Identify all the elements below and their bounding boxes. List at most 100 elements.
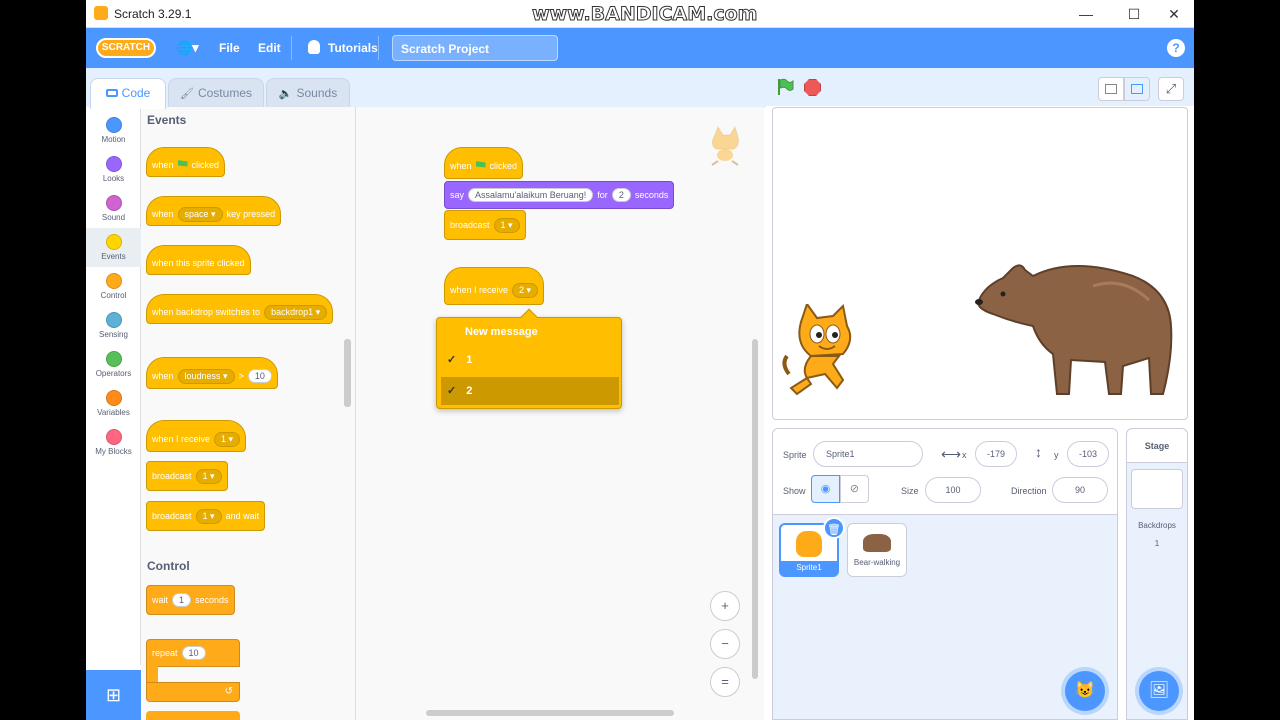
editor-tabs: Code 🖌 Costumes 🔈 Sounds [86, 68, 766, 109]
category-operators[interactable]: Operators [86, 345, 141, 384]
small-stage-button[interactable] [1098, 77, 1124, 101]
category-control[interactable]: Control [86, 267, 141, 306]
sprite-cat-icon[interactable] [781, 301, 869, 398]
category-dot [105, 195, 122, 211]
say-text-input[interactable]: Assalamu'alaikum Beruang! [468, 188, 594, 202]
add-extension-button[interactable]: ⊞ [86, 670, 141, 720]
file-menu[interactable]: File [219, 28, 240, 68]
help-icon[interactable]: ? [1167, 39, 1185, 57]
dropdown-item-2[interactable]: ✓ 2 [441, 377, 619, 405]
sprite-name-input[interactable]: Sprite1 [813, 441, 923, 467]
sprite-thumb-name: Sprite1 [781, 561, 837, 575]
green-flag-icon [177, 160, 188, 167]
sprite-info-panel: Sprite Sprite1 ⟷ x -179 ↕ y -103 Show ◉ … [772, 428, 1118, 720]
category-menu: Motion Looks Sound Events Control Sensin… [86, 107, 141, 665]
tutorials-menu[interactable]: Tutorials [328, 28, 378, 68]
loudness-value[interactable]: 10 [247, 369, 272, 383]
edit-menu[interactable]: Edit [258, 28, 281, 68]
category-dot [105, 156, 122, 172]
category-sound[interactable]: Sound [86, 189, 141, 228]
block-when-backdrop-switches[interactable]: when backdrop switches to backdrop1 ▾ [146, 294, 334, 324]
y-position-input[interactable]: -103 [1067, 441, 1109, 467]
palette-scrollbar[interactable] [344, 339, 351, 407]
category-events[interactable]: Events [86, 228, 141, 267]
speaker-icon: 🔈 [278, 88, 293, 100]
category-looks[interactable]: Looks [86, 150, 141, 189]
message-dropdown[interactable]: 1 ▾ [195, 468, 222, 484]
script-say-block[interactable]: say Assalamu'alaikum Beruang! for 2 seco… [444, 181, 675, 209]
x-position-input[interactable]: -179 [975, 441, 1017, 467]
scratch-logo[interactable]: SCRATCH [96, 38, 156, 58]
zoom-out-button[interactable]: − [710, 629, 740, 659]
sprite-bear-icon[interactable] [973, 256, 1175, 398]
block-broadcast-and-wait[interactable]: broadcast 1 ▾ and wait [146, 501, 266, 531]
script-when-i-receive[interactable]: when I receive 2 ▾ [444, 267, 545, 305]
script-when-flag-clicked[interactable]: when clicked [444, 147, 524, 179]
choose-backdrop-button[interactable]: 🖼 [1139, 671, 1179, 711]
key-dropdown[interactable]: space ▾ [177, 206, 223, 222]
block-when-flag-clicked[interactable]: when clicked [146, 147, 226, 177]
backdrops-count: 1 [1154, 539, 1160, 548]
script-area[interactable]: when clicked say Assalamu'alaikum Beruang… [356, 107, 764, 720]
block-when-i-receive[interactable]: when I receive 1 ▾ [146, 420, 247, 452]
dropdown-item-1[interactable]: ✓ 1 [441, 346, 619, 374]
stage-canvas[interactable] [772, 107, 1188, 420]
fullscreen-icon[interactable]: ⤢ [1158, 77, 1184, 101]
category-my-blocks[interactable]: My Blocks [86, 423, 141, 462]
tab-costumes[interactable]: 🖌 Costumes [168, 78, 264, 108]
show-label: Show [783, 486, 806, 496]
repeat-block-arm [146, 666, 158, 682]
script-broadcast-block[interactable]: broadcast 1 ▾ [444, 210, 526, 240]
bear-thumb-icon [863, 534, 891, 552]
small-stage-icon [1105, 84, 1117, 94]
receive-dropdown[interactable]: 2 ▾ [512, 282, 539, 298]
block-wait[interactable]: wait 1 seconds [146, 585, 235, 615]
bandicam-watermark: www.BANDICAM.com [531, 3, 758, 26]
say-seconds-input[interactable]: 2 [611, 188, 631, 202]
delete-sprite-trash-icon[interactable]: 🗑 [823, 517, 845, 539]
close-button[interactable]: ✕ [1162, 4, 1186, 24]
stage-selector-panel: Stage Backdrops 1 🖼 [1126, 428, 1188, 720]
category-variables[interactable]: Variables [86, 384, 141, 423]
block-when-loudness[interactable]: when loudness ▾ >10 [146, 357, 278, 389]
zoom-in-button[interactable]: + [710, 591, 740, 621]
dropdown-item-new-message[interactable]: New message [441, 318, 619, 346]
tab-sounds[interactable]: 🔈 Sounds [266, 78, 350, 108]
minimize-button[interactable]: — [1074, 4, 1098, 24]
category-motion[interactable]: Motion [86, 111, 141, 150]
script-horizontal-scrollbar[interactable] [426, 710, 674, 716]
message-dropdown[interactable]: 1 ▾ [214, 431, 241, 447]
choose-sprite-button[interactable]: 😺 [1065, 671, 1105, 711]
scratch-window: Scratch 3.29.1 www.BANDICAM.com — ☐ ✕ SC… [86, 0, 1194, 720]
size-input[interactable]: 100 [925, 477, 981, 503]
backdrop-dropdown[interactable]: backdrop1 ▾ [264, 304, 328, 320]
zoom-reset-button[interactable]: = [710, 667, 740, 697]
block-forever-partial[interactable] [146, 711, 240, 720]
sprite-info-fields: Sprite Sprite1 ⟷ x -179 ↕ y -103 Show ◉ … [773, 429, 1117, 515]
script-vertical-scrollbar[interactable] [752, 339, 758, 679]
block-repeat[interactable]: repeat 10 [146, 639, 240, 667]
direction-input[interactable]: 90 [1052, 477, 1108, 503]
category-sensing[interactable]: Sensing [86, 306, 141, 345]
tab-code[interactable]: Code [90, 78, 166, 109]
maximize-button[interactable]: ☐ [1122, 4, 1146, 24]
show-eye-icon[interactable]: ◉ [811, 475, 840, 503]
message-dropdown[interactable]: 1 ▾ [195, 508, 222, 524]
block-when-key-pressed[interactable]: when space ▾ key pressed [146, 196, 282, 226]
broadcast-dropdown[interactable]: 1 ▾ [493, 217, 520, 233]
block-when-sprite-clicked[interactable]: when this sprite clicked [146, 245, 251, 275]
stop-icon[interactable] [804, 79, 821, 96]
brush-icon: 🖌 [180, 88, 194, 100]
wait-value[interactable]: 1 [172, 593, 192, 607]
green-flag-icon[interactable] [776, 78, 794, 96]
stage-thumbnail[interactable] [1131, 469, 1183, 509]
language-globe-icon[interactable]: 🌐▾ [176, 28, 199, 68]
normal-stage-button[interactable] [1124, 77, 1150, 101]
project-title-input[interactable]: Scratch Project [392, 35, 558, 61]
block-broadcast[interactable]: broadcast 1 ▾ [146, 461, 228, 491]
sprite-thumb-bear-walking[interactable]: Bear-walking [847, 523, 907, 577]
sprite-thumb-name: Bear-walking [853, 558, 901, 567]
loudness-dropdown[interactable]: loudness ▾ [177, 368, 235, 384]
repeat-value[interactable]: 10 [181, 646, 206, 660]
hide-eye-icon[interactable]: ⊘ [840, 475, 869, 503]
